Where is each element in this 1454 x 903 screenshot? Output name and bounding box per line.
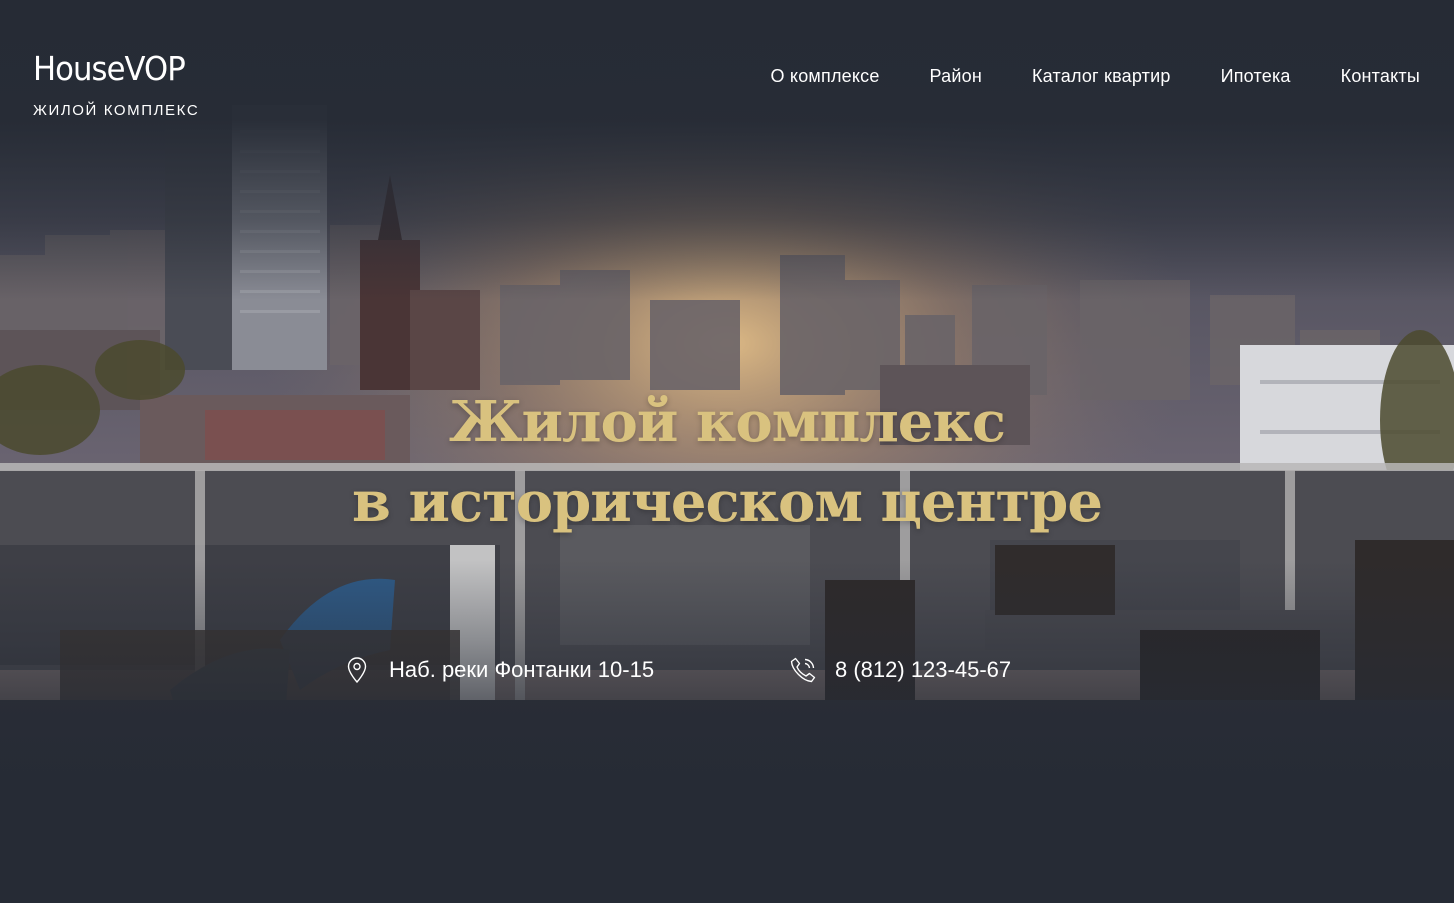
nav-item-contacts[interactable]: Контакты [1341,66,1420,87]
address-contact[interactable]: Наб. реки Фонтанки 10-15 [344,655,654,685]
logo[interactable]: HouseVOP Жилой комплекс [33,49,200,120]
nav-item-district[interactable]: Район [930,66,982,87]
phone-text: 8 (812) 123-45-67 [835,657,1012,682]
hero-section: HouseVOP Жилой комплекс О комплексе Райо… [0,0,1454,903]
phone-icon [788,655,818,685]
logo-title: HouseVOP [33,49,186,88]
address-text: Наб. реки Фонтанки 10-15 [389,657,655,682]
main-nav: О комплексе Район Каталог квартир Ипотек… [771,66,1420,87]
logo-subtitle: Жилой комплекс [33,102,200,119]
hero-headline-line1: Жилой комплекс [449,389,1006,455]
map-pin-icon [344,655,370,685]
nav-item-mortgage[interactable]: Ипотека [1221,66,1291,87]
nav-item-about[interactable]: О комплексе [771,66,880,87]
nav-item-catalog[interactable]: Каталог квартир [1032,66,1171,87]
hero-headline: Жилой комплекс в историческом центре [0,382,1454,542]
phone-contact[interactable]: 8 (812) 123-45-67 [788,655,1011,685]
hero-headline-line2: в историческом центре [352,469,1103,535]
